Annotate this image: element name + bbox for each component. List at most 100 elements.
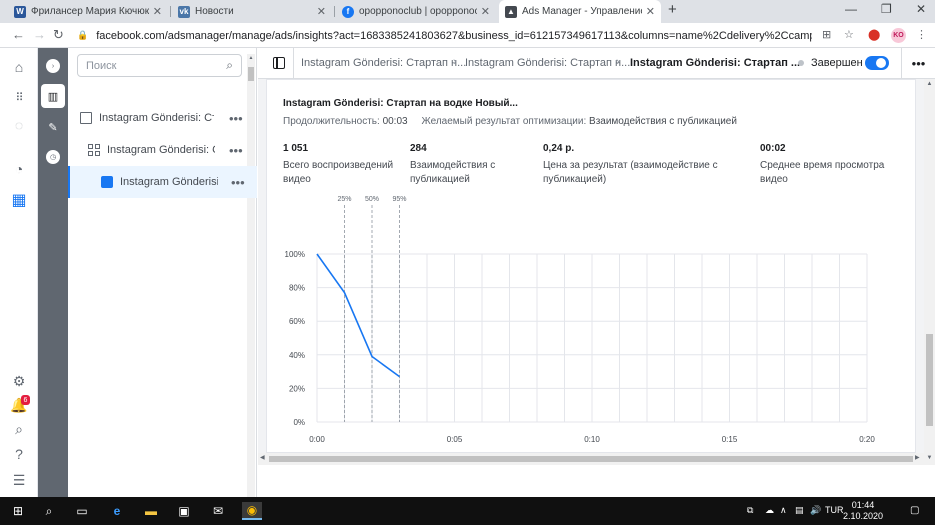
store-icon[interactable]: ▣ <box>175 502 193 520</box>
chrome-icon[interactable]: ◉ <box>242 502 262 520</box>
breadcrumb-adset[interactable]: Instagram Gönderisi: Стартап н... <box>465 57 630 69</box>
scroll-left-icon[interactable]: ◀ <box>260 454 265 461</box>
bookmark-star-icon[interactable]: ☆ <box>844 28 854 41</box>
translate-icon[interactable]: ⊞ <box>822 28 831 41</box>
back-icon[interactable]: ← <box>12 27 25 42</box>
campaign-folder-icon <box>80 112 92 124</box>
close-icon[interactable]: ✕ <box>153 5 162 18</box>
chevron-right-icon: › <box>453 56 457 68</box>
facebook-icon: f <box>342 5 354 18</box>
forward-icon[interactable]: → <box>33 27 46 42</box>
y-tick-label: 20% <box>289 384 305 393</box>
tray-network-icon[interactable]: ⧉ <box>747 505 753 516</box>
close-icon[interactable]: ✕ <box>317 5 326 18</box>
ad-title: Instagram Gönderisi: Стартап на водке Но… <box>283 98 518 109</box>
scroll-up-icon[interactable]: ▲ <box>247 55 255 61</box>
volume-icon[interactable]: 🔊 <box>810 505 821 516</box>
more-options-icon[interactable]: ••• <box>229 111 243 126</box>
clock[interactable]: 01:44 2.10.2020 <box>843 500 883 522</box>
lock-icon: 🔒 <box>77 30 89 40</box>
edit-pencil-icon[interactable]: ✎ <box>41 115 65 139</box>
more-options-icon[interactable]: ••• <box>231 175 245 190</box>
report-icon[interactable]: ☰ <box>10 471 28 489</box>
metric-total-plays: 1 051 Всего воспроизведений видео <box>283 143 394 185</box>
retention-line <box>316 253 400 378</box>
vk-icon: vk <box>178 5 190 18</box>
browser-tab-ads-manager[interactable]: ▲ Ads Manager - Управление рек ✕ <box>499 0 661 23</box>
scrollbar-thumb[interactable] <box>248 67 254 81</box>
y-tick-label: 80% <box>289 284 305 293</box>
tab-separator <box>170 6 171 17</box>
notifications-center-icon[interactable]: ▢ <box>910 505 919 516</box>
search-icon[interactable]: ⌕ <box>10 420 28 438</box>
ad-active-toggle[interactable] <box>865 56 889 70</box>
url-field[interactable]: 🔒 facebook.com/adsmanager/manage/ads/ins… <box>77 27 812 44</box>
tray-icon[interactable]: ☁ <box>765 505 774 516</box>
tray-chevron-icon[interactable]: ∧ <box>780 505 787 516</box>
scroll-up-icon[interactable]: ▲ <box>924 81 935 87</box>
metric-avg-watch-time: 00:02 Среднее время просмотра видео <box>760 143 885 185</box>
ad-icon <box>101 176 113 188</box>
language-indicator[interactable]: TUR <box>825 505 844 515</box>
home-icon[interactable]: ⌂ <box>10 58 28 76</box>
collapse-button[interactable]: › <box>41 54 65 78</box>
reload-icon[interactable]: ↻ <box>53 27 64 43</box>
file-explorer-icon[interactable]: ▬ <box>142 502 160 520</box>
percentile-marker-label: 50% <box>365 196 379 203</box>
maximize-button[interactable]: ❐ <box>881 2 892 16</box>
panel-toggle-icon[interactable] <box>273 57 285 69</box>
tray-icon[interactable]: ▤ <box>795 505 804 516</box>
minimize-button[interactable]: — <box>845 2 857 16</box>
scrollbar-thumb[interactable] <box>926 334 933 426</box>
browser-tab-freelancer[interactable]: W Фрилансер Мария Кючюк, mar ✕ <box>8 0 168 23</box>
x-tick-label: 0:00 <box>309 435 325 444</box>
edge-icon[interactable]: e <box>108 502 126 520</box>
windows-taskbar: ⊞ ⌕ ▭ e ▬ ▣ ✉ ◉ ⧉ ☁ ∧ ▤ 🔊 TUR 01:44 2.10… <box>0 497 935 525</box>
more-options-button[interactable]: ••• <box>901 48 935 79</box>
history-clock-icon[interactable]: ◷ <box>41 145 65 169</box>
breadcrumb-campaign[interactable]: Instagram Gönderisi: Стартап н... <box>301 57 466 69</box>
address-bar: ← → ↻ 🔒 facebook.com/adsmanager/manage/a… <box>0 23 935 48</box>
insights-chart-icon[interactable]: ▥ <box>41 84 65 108</box>
scroll-down-icon[interactable]: ▼ <box>924 455 935 461</box>
browser-tab-club[interactable]: f opopponoclub | opopponoclub | ✕ <box>336 0 496 23</box>
help-icon[interactable]: ? <box>10 445 28 463</box>
campaign-tree-panel: Поиск ⌕ ▲ Instagram Gönderisi: Стар... •… <box>68 48 257 497</box>
ads-manager-table-icon[interactable]: ▦ <box>10 191 28 209</box>
tree-row-ad[interactable]: Instagram Gönderisi:... ••• <box>68 166 257 198</box>
tree-row-adset[interactable]: Instagram Gönderisi: С... ••• <box>68 134 257 166</box>
notification-badge: 6 <box>21 395 30 405</box>
close-icon[interactable]: ✕ <box>646 5 655 18</box>
ad-set-icon <box>88 144 100 156</box>
settings-icon[interactable]: ⚙ <box>10 372 28 390</box>
windows-start-icon[interactable]: ⊞ <box>9 502 27 520</box>
view-mode-strip: › ▥ ✎ ◷ <box>38 48 68 497</box>
scrollbar-thumb[interactable] <box>269 456 913 462</box>
insights-area: Instagram Gönderisi: Стартап на водке Но… <box>258 79 935 465</box>
extension-icon[interactable]: ⬤ <box>868 28 880 41</box>
close-window-button[interactable]: ✕ <box>916 2 926 16</box>
metric-engagements: 284 Взаимодействия с публикацией <box>410 143 496 185</box>
tree-search-input[interactable]: Поиск ⌕ <box>77 54 242 77</box>
profile-avatar[interactable]: KO <box>891 28 906 43</box>
search-icon: ⌕ <box>226 58 233 72</box>
dashboard-icon[interactable]: ◔ <box>10 160 28 178</box>
main-horizontal-scrollbar[interactable]: ◀ ▶ <box>258 453 924 465</box>
browser-menu-icon[interactable]: ⋮ <box>916 28 927 41</box>
search-icon[interactable]: ⌕ <box>40 502 58 520</box>
clock-icon: ◷ <box>46 150 60 164</box>
mail-icon[interactable]: ✉ <box>209 502 227 520</box>
content-footer <box>258 465 935 497</box>
metric-cost-per-result: 0,24 р. Цена за результат (взаимодействи… <box>543 143 718 185</box>
new-tab-button[interactable]: + <box>668 1 677 18</box>
main-vertical-scrollbar[interactable]: ▲ ▼ <box>924 79 935 465</box>
browser-tab-news[interactable]: vk Новости ✕ <box>172 0 332 23</box>
tree-row-campaign[interactable]: Instagram Gönderisi: Стар... ••• <box>68 102 257 134</box>
more-options-icon[interactable]: ••• <box>229 143 243 158</box>
task-view-icon[interactable]: ▭ <box>73 502 91 520</box>
status-dot-icon <box>798 60 804 66</box>
close-icon[interactable]: ✕ <box>481 5 490 18</box>
all-tools-icon[interactable]: ⠿ <box>10 88 28 106</box>
tab-separator <box>334 6 335 17</box>
scroll-right-icon[interactable]: ▶ <box>915 454 920 461</box>
